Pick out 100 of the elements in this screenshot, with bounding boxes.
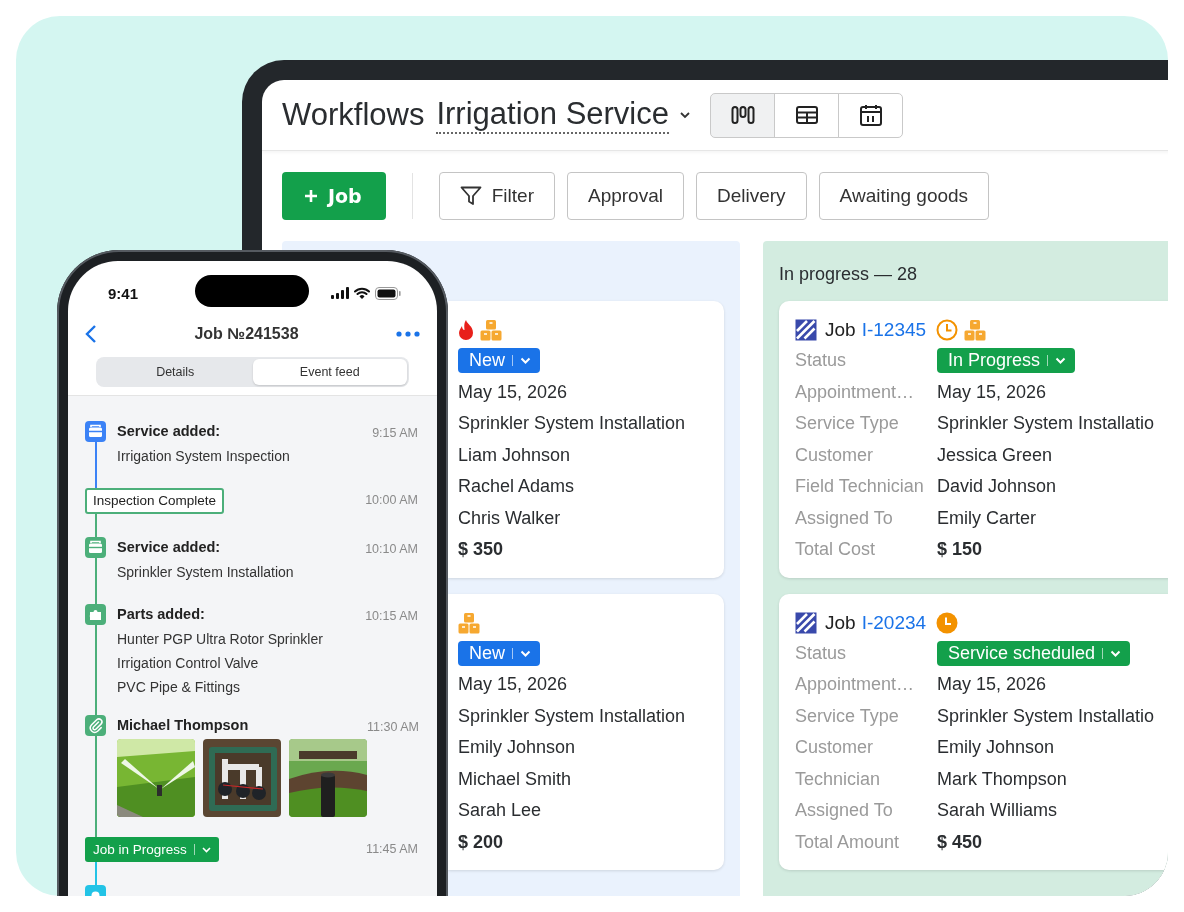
event-time: 10:10 AM: [365, 541, 418, 558]
event-title: Service added:: [117, 538, 222, 557]
field-label: Total Amount: [795, 831, 901, 853]
chevron-down-icon: [1055, 357, 1067, 365]
field-value: Mark Thompson: [937, 768, 1068, 790]
flame-icon: [458, 319, 474, 341]
status-dropdown[interactable]: New: [458, 640, 540, 666]
chevron-down-icon: [1110, 649, 1122, 657]
event-time: 9:15 AM: [372, 425, 418, 442]
job-label: Job: [825, 319, 856, 341]
field-value: Sarah Lee: [458, 800, 543, 822]
job-card[interactable]: Job I-12345 Status In Progress Appointment… May 15, 2026 Service Type Sprinkler System Installatio Customer Jessica Green Field Technician David Johnson Assigned To Emily Carter Total Cost $ 150: [779, 301, 1168, 578]
view-toggle[interactable]: [774, 92, 839, 138]
back-icon[interactable]: [85, 324, 97, 344]
boxes-icon: [964, 319, 987, 341]
chevron-down-icon: [520, 649, 531, 657]
filter-preset-button[interactable]: Awaiting goods: [818, 172, 990, 220]
striped-square-icon: [795, 611, 817, 634]
more-icon[interactable]: [396, 331, 420, 337]
segment-tab[interactable]: Event feed: [252, 359, 407, 385]
field-value: Emily Johnson: [458, 737, 577, 759]
field-label: Technician: [795, 768, 882, 790]
field-value: Rachel Adams: [458, 476, 576, 498]
field-value: $ 450: [937, 831, 984, 853]
event-title: Parts added:: [117, 605, 206, 624]
striped-square-icon: [795, 319, 817, 341]
event-detail: Irrigation Control Valve: [117, 654, 260, 673]
board-view-icon: [730, 105, 755, 125]
status-dropdown[interactable]: New: [458, 348, 540, 374]
pipeline-selector[interactable]: Irrigation Service: [436, 96, 669, 134]
job-link[interactable]: I-12345: [861, 319, 927, 341]
event-title: Michael Thompson: [117, 716, 250, 735]
field-value: Emily Carter: [937, 507, 1037, 529]
field-value: Sprinkler System Installatio: [937, 413, 1156, 435]
field-label: Assigned To: [795, 800, 894, 822]
field-label: Status: [795, 642, 848, 664]
field-label: Assigned To: [795, 507, 894, 529]
field-value: May 15, 2026: [937, 674, 1048, 696]
battery-icon: [375, 286, 401, 300]
job-card[interactable]: New May 15, 2026 Sprinkler System Installation Liam Johnson Rachel Adams Chris Walker $ 350: [448, 301, 724, 578]
wifi-icon: [354, 287, 370, 299]
chevron-down-icon: [201, 846, 211, 853]
job-label: Job: [825, 611, 856, 634]
field-value: $ 200: [458, 831, 505, 853]
event-time: 10:00 AM: [365, 492, 418, 509]
field-label: Appointment…: [795, 381, 916, 403]
calendar-view-icon: [859, 104, 882, 126]
filter-preset-button[interactable]: Approval: [566, 172, 684, 220]
field-value: May 15, 2026: [458, 674, 569, 696]
field-label: Service Type: [795, 705, 900, 727]
event-detail: Irrigation System Inspection: [117, 447, 290, 466]
field-value: Chris Walker: [458, 507, 562, 529]
event-detail: Hunter PGP Ultra Rotor Sprinkler: [117, 630, 323, 649]
field-label: Status: [795, 350, 848, 372]
event-time: 10:15 AM: [365, 608, 418, 625]
field-label: Total Cost: [795, 539, 877, 561]
field-value: Liam Johnson: [458, 444, 572, 466]
status-time: 9:41: [108, 284, 139, 302]
clock-icon: [936, 611, 959, 634]
event-time: 11:45 AM: [366, 841, 418, 858]
view-toggle[interactable]: [838, 92, 903, 138]
filter-button[interactable]: Filter: [438, 172, 555, 220]
chevron-down-icon: [520, 357, 531, 365]
screen-title: Job №241538: [194, 325, 299, 343]
field-value: Sprinkler System Installatio: [937, 705, 1156, 727]
job-card[interactable]: Job I-20234 Status Service scheduled Appointment… May 15, 2026 Service Type Sprinkler System Installatio Customer Emily Johnson Technician Mark Thompson Assigned To Sarah Williams Total Amount $ 450: [779, 593, 1168, 870]
job-link[interactable]: I-20234: [861, 611, 927, 634]
event-detail: Sprinkler System Installation: [117, 563, 294, 582]
boxes-icon: [458, 611, 480, 634]
field-value: Sarah Williams: [937, 800, 1059, 822]
field-value: Sprinkler System Installation: [458, 705, 687, 727]
field-value: $ 150: [937, 539, 984, 561]
job-card[interactable]: New May 15, 2026 Sprinkler System Installation Emily Johnson Michael Smith Sarah Lee $ 200: [448, 593, 724, 870]
event-title: Service added:: [117, 422, 222, 441]
field-value: David Johnson: [937, 476, 1058, 498]
filter-preset-button[interactable]: Delivery: [695, 172, 807, 220]
field-value: Sprinkler System Installation: [458, 413, 687, 435]
field-value: Michael Smith: [458, 768, 573, 790]
boxes-icon: [480, 319, 502, 341]
field-value: Emily Johnson: [937, 737, 1056, 759]
chevron-down-icon[interactable]: [679, 111, 691, 119]
field-value: Jessica Green: [937, 444, 1054, 466]
field-label: Customer: [795, 737, 875, 759]
field-label: Customer: [795, 444, 875, 466]
field-value: May 15, 2026: [458, 381, 569, 403]
field-value: $ 350: [458, 539, 505, 561]
table-view-icon: [795, 106, 818, 124]
page-title: Workflows: [282, 97, 425, 133]
field-label: Appointment…: [795, 674, 916, 696]
field-value: May 15, 2026: [937, 381, 1048, 403]
event-detail: PVC Pipe & Fittings: [117, 678, 241, 697]
filter-icon: [459, 186, 482, 206]
view-toggle[interactable]: [710, 92, 775, 138]
field-label: Service Type: [795, 413, 900, 435]
segment-tab[interactable]: Details: [98, 359, 253, 385]
clock-icon: [936, 319, 959, 341]
event-time: 11:30 AM: [367, 719, 419, 736]
column-title: In progress — 28: [779, 264, 918, 285]
field-label: Field Technician: [795, 476, 925, 498]
status-tag: Inspection Complete: [85, 488, 225, 514]
